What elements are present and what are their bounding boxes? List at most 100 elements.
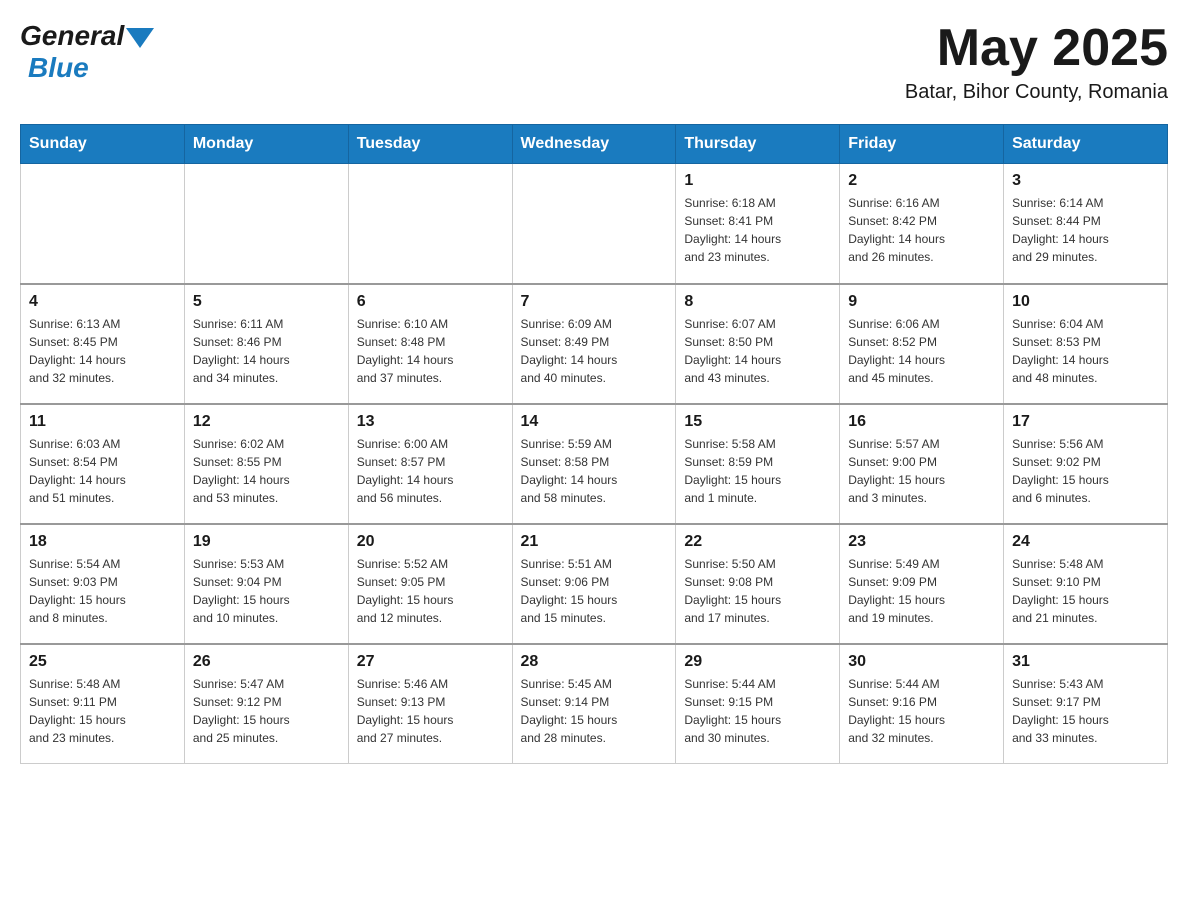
- page-header: General Blue May 2025 Batar, Bihor Count…: [20, 20, 1168, 104]
- day-number: 25: [29, 653, 176, 671]
- col-wednesday: Wednesday: [512, 125, 676, 164]
- table-row: 9Sunrise: 6:06 AM Sunset: 8:52 PM Daylig…: [840, 284, 1004, 404]
- day-number: 16: [848, 413, 995, 431]
- day-info: Sunrise: 5:47 AM Sunset: 9:12 PM Dayligh…: [193, 675, 340, 747]
- day-number: 28: [521, 653, 668, 671]
- table-row: 8Sunrise: 6:07 AM Sunset: 8:50 PM Daylig…: [676, 284, 840, 404]
- day-number: 17: [1012, 413, 1159, 431]
- day-info: Sunrise: 6:03 AM Sunset: 8:54 PM Dayligh…: [29, 435, 176, 507]
- day-number: 5: [193, 293, 340, 311]
- title-section: May 2025 Batar, Bihor County, Romania: [905, 20, 1168, 104]
- day-number: 24: [1012, 533, 1159, 551]
- day-info: Sunrise: 6:10 AM Sunset: 8:48 PM Dayligh…: [357, 315, 504, 387]
- calendar-table: Sunday Monday Tuesday Wednesday Thursday…: [20, 124, 1168, 764]
- calendar-week-row: 4 Sunrise: 6:13 AM Sunset: 8:45 PM Daylig…: [21, 284, 1168, 404]
- day-info: Sunrise: 5:44 AM Sunset: 9:16 PM Dayligh…: [848, 675, 995, 747]
- day-info: Sunrise: 6:13 AM Sunset: 8:45 PM Dayligh…: [29, 315, 176, 387]
- day-info: Sunrise: 6:11 AM Sunset: 8:46 PM Dayligh…: [193, 315, 340, 387]
- table-row: 5 Sunrise: 6:11 AM Sunset: 8:46 PM Daylig…: [184, 284, 348, 404]
- day-number: 26: [193, 653, 340, 671]
- table-row: 26 Sunrise: 5:47 AM Sunset: 9:12 PM Dayli…: [184, 644, 348, 764]
- table-row: 22 Sunrise: 5:50 AM Sunset: 9:08 PM Dayli…: [676, 524, 840, 644]
- day-info: Sunrise: 5:48 AM Sunset: 9:11 PM Dayligh…: [29, 675, 176, 747]
- table-row: 1 Sunrise: 6:18 AM Sunset: 8:41 PM Daylig…: [676, 164, 840, 284]
- table-row: 14Sunrise: 5:59 AM Sunset: 8:58 PM Dayli…: [512, 404, 676, 524]
- table-row: 20Sunrise: 5:52 AM Sunset: 9:05 PM Dayli…: [348, 524, 512, 644]
- day-info: Sunrise: 5:51 AM Sunset: 9:06 PM Dayligh…: [521, 555, 668, 627]
- table-row: 13Sunrise: 6:00 AM Sunset: 8:57 PM Dayli…: [348, 404, 512, 524]
- calendar-week-row: 18 Sunrise: 5:54 AM Sunset: 9:03 PM Dayli…: [21, 524, 1168, 644]
- day-info: Sunrise: 5:46 AM Sunset: 9:13 PM Dayligh…: [357, 675, 504, 747]
- day-info: Sunrise: 6:18 AM Sunset: 8:41 PM Dayligh…: [684, 194, 831, 266]
- table-row: 11 Sunrise: 6:03 AM Sunset: 8:54 PM Dayli…: [21, 404, 185, 524]
- table-row: 6Sunrise: 6:10 AM Sunset: 8:48 PM Daylig…: [348, 284, 512, 404]
- table-row: 10 Sunrise: 6:04 AM Sunset: 8:53 PM Dayli…: [1004, 284, 1168, 404]
- day-number: 27: [357, 653, 504, 671]
- table-row: 4 Sunrise: 6:13 AM Sunset: 8:45 PM Daylig…: [21, 284, 185, 404]
- day-info: Sunrise: 5:44 AM Sunset: 9:15 PM Dayligh…: [684, 675, 831, 747]
- table-row: 23Sunrise: 5:49 AM Sunset: 9:09 PM Dayli…: [840, 524, 1004, 644]
- calendar-week-row: 11 Sunrise: 6:03 AM Sunset: 8:54 PM Dayli…: [21, 404, 1168, 524]
- day-info: Sunrise: 6:02 AM Sunset: 8:55 PM Dayligh…: [193, 435, 340, 507]
- day-number: 3: [1012, 172, 1159, 190]
- day-number: 15: [684, 413, 831, 431]
- table-row: [512, 164, 676, 284]
- col-tuesday: Tuesday: [348, 125, 512, 164]
- logo-triangle-icon: [126, 28, 154, 48]
- day-info: Sunrise: 6:04 AM Sunset: 8:53 PM Dayligh…: [1012, 315, 1159, 387]
- day-number: 8: [684, 293, 831, 311]
- col-monday: Monday: [184, 125, 348, 164]
- table-row: 28 Sunrise: 5:45 AM Sunset: 9:14 PM Dayli…: [512, 644, 676, 764]
- day-number: 2: [848, 172, 995, 190]
- table-row: 2 Sunrise: 6:16 AM Sunset: 8:42 PM Daylig…: [840, 164, 1004, 284]
- logo-blue-text: Blue: [28, 52, 89, 84]
- table-row: [348, 164, 512, 284]
- table-row: 31 Sunrise: 5:43 AM Sunset: 9:17 PM Dayli…: [1004, 644, 1168, 764]
- col-friday: Friday: [840, 125, 1004, 164]
- day-info: Sunrise: 6:14 AM Sunset: 8:44 PM Dayligh…: [1012, 194, 1159, 266]
- day-info: Sunrise: 5:58 AM Sunset: 8:59 PM Dayligh…: [684, 435, 831, 507]
- table-row: 3 Sunrise: 6:14 AM Sunset: 8:44 PM Daylig…: [1004, 164, 1168, 284]
- day-info: Sunrise: 6:16 AM Sunset: 8:42 PM Dayligh…: [848, 194, 995, 266]
- day-info: Sunrise: 5:48 AM Sunset: 9:10 PM Dayligh…: [1012, 555, 1159, 627]
- location-text: Batar, Bihor County, Romania: [905, 81, 1168, 104]
- day-number: 30: [848, 653, 995, 671]
- calendar-week-row: 25 Sunrise: 5:48 AM Sunset: 9:11 PM Dayli…: [21, 644, 1168, 764]
- day-number: 13: [357, 413, 504, 431]
- logo: General Blue: [20, 20, 154, 84]
- day-info: Sunrise: 5:56 AM Sunset: 9:02 PM Dayligh…: [1012, 435, 1159, 507]
- col-sunday: Sunday: [21, 125, 185, 164]
- month-title: May 2025: [905, 20, 1168, 77]
- day-number: 10: [1012, 293, 1159, 311]
- day-number: 22: [684, 533, 831, 551]
- day-number: 1: [684, 172, 831, 190]
- day-info: Sunrise: 5:43 AM Sunset: 9:17 PM Dayligh…: [1012, 675, 1159, 747]
- table-row: 7Sunrise: 6:09 AM Sunset: 8:49 PM Daylig…: [512, 284, 676, 404]
- day-number: 18: [29, 533, 176, 551]
- day-number: 21: [521, 533, 668, 551]
- table-row: 29 Sunrise: 5:44 AM Sunset: 9:15 PM Dayli…: [676, 644, 840, 764]
- day-number: 12: [193, 413, 340, 431]
- day-number: 4: [29, 293, 176, 311]
- col-thursday: Thursday: [676, 125, 840, 164]
- table-row: 19Sunrise: 5:53 AM Sunset: 9:04 PM Dayli…: [184, 524, 348, 644]
- day-number: 29: [684, 653, 831, 671]
- day-number: 31: [1012, 653, 1159, 671]
- day-info: Sunrise: 5:53 AM Sunset: 9:04 PM Dayligh…: [193, 555, 340, 627]
- calendar-week-row: 1 Sunrise: 6:18 AM Sunset: 8:41 PM Daylig…: [21, 164, 1168, 284]
- day-info: Sunrise: 5:49 AM Sunset: 9:09 PM Dayligh…: [848, 555, 995, 627]
- calendar-header-row: Sunday Monday Tuesday Wednesday Thursday…: [21, 125, 1168, 164]
- day-info: Sunrise: 5:45 AM Sunset: 9:14 PM Dayligh…: [521, 675, 668, 747]
- day-info: Sunrise: 5:54 AM Sunset: 9:03 PM Dayligh…: [29, 555, 176, 627]
- day-number: 11: [29, 413, 176, 431]
- table-row: 18 Sunrise: 5:54 AM Sunset: 9:03 PM Dayli…: [21, 524, 185, 644]
- table-row: 27 Sunrise: 5:46 AM Sunset: 9:13 PM Dayli…: [348, 644, 512, 764]
- col-saturday: Saturday: [1004, 125, 1168, 164]
- day-number: 9: [848, 293, 995, 311]
- logo-general-text: General: [20, 20, 124, 52]
- day-info: Sunrise: 5:50 AM Sunset: 9:08 PM Dayligh…: [684, 555, 831, 627]
- day-info: Sunrise: 5:59 AM Sunset: 8:58 PM Dayligh…: [521, 435, 668, 507]
- table-row: 30 Sunrise: 5:44 AM Sunset: 9:16 PM Dayli…: [840, 644, 1004, 764]
- table-row: [184, 164, 348, 284]
- day-info: Sunrise: 5:52 AM Sunset: 9:05 PM Dayligh…: [357, 555, 504, 627]
